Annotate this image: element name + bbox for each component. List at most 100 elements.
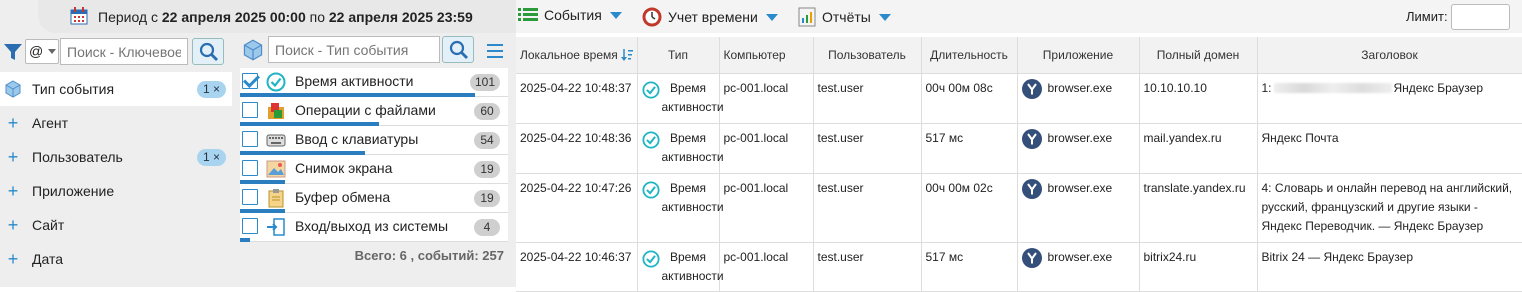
column-header-label: Локальное время <box>520 47 618 62</box>
filter-count-badge[interactable]: 1 × <box>196 81 226 98</box>
checkbox[interactable] <box>242 102 258 118</box>
list-icon <box>518 8 538 21</box>
cell-type: Время активности <box>637 123 724 174</box>
cell-user: test.user <box>813 73 922 124</box>
event-file-operations-icon <box>266 101 286 121</box>
event-activity-time-icon <box>266 72 286 92</box>
event-type-search-button[interactable] <box>442 36 474 63</box>
column-header-label: Заголовок <box>1361 47 1418 62</box>
filter-item-user[interactable]: + Пользователь 1 × <box>0 140 232 174</box>
keyword-search-button[interactable] <box>192 38 224 65</box>
event-type-search-bar <box>240 36 516 66</box>
caret-down-icon <box>878 13 891 21</box>
events-menu-button[interactable]: События <box>518 7 622 23</box>
filter-list: Тип события 1 × + Агент + Пользователь 1… <box>0 72 232 276</box>
sort-icon <box>620 49 633 61</box>
search-mode-select[interactable]: @ <box>25 39 59 64</box>
application-name: browser.exe <box>1047 80 1113 95</box>
cell-user: test.user <box>813 173 922 243</box>
checkbox[interactable] <box>242 189 258 205</box>
yandex-browser-icon <box>1021 178 1048 205</box>
filter-item-date[interactable]: + Дата <box>0 242 232 276</box>
checkbox[interactable] <box>242 73 258 89</box>
checkbox[interactable] <box>242 131 258 147</box>
column-header-duration[interactable]: Длительность <box>921 37 1018 74</box>
filter-item-label: Агент <box>32 115 69 131</box>
event-type-activity-time[interactable]: Время активности 101 <box>240 68 508 97</box>
event-type-keyboard-input[interactable]: Ввод с клавиатуры 54 <box>240 126 508 155</box>
limit-label: Лимит: <box>1406 9 1448 24</box>
reports-menu-button[interactable]: Отчёты <box>798 7 891 27</box>
cell-duration: 517 мс <box>921 123 1018 174</box>
plus-icon: + <box>7 249 19 269</box>
event-type-list: Время активности 101 Операции с файлами 60 В… <box>240 68 508 242</box>
checkbox[interactable] <box>242 218 258 234</box>
filter-item-application[interactable]: + Приложение <box>0 174 232 208</box>
event-type-name: Буфер обмена <box>295 189 391 205</box>
column-header-type[interactable]: Тип <box>637 37 720 74</box>
cell-type: Время активности <box>637 173 724 243</box>
filter-search-bar: @ <box>0 37 232 67</box>
event-screenshot-icon <box>266 159 286 179</box>
event-type-login-logout[interactable]: Вход/выход из системы 4 <box>240 213 508 242</box>
plus-icon: + <box>7 113 19 133</box>
column-header-application[interactable]: Приложение <box>1017 37 1140 74</box>
cell-local-time: 2025-04-22 10:47:26 <box>516 173 638 243</box>
cell-computer: pc-001.local <box>719 173 814 243</box>
event-type-file-operations[interactable]: Операции с файлами 60 <box>240 97 508 126</box>
keyword-search-input[interactable] <box>60 38 188 65</box>
cell-user: test.user <box>813 123 922 174</box>
limit-input[interactable] <box>1451 4 1510 30</box>
column-header-title[interactable]: Заголовок <box>1257 37 1522 74</box>
cell-domain: 10.10.10.10 <box>1139 73 1258 124</box>
event-login-logout-icon <box>266 217 286 237</box>
column-header-user[interactable]: Пользователь <box>813 37 922 74</box>
filter-count-badge[interactable]: 1 × <box>196 149 226 166</box>
cell-local-time: 2025-04-22 10:46:37 <box>516 242 638 292</box>
cell-type: Время активности <box>637 73 724 124</box>
title-text: Яндекс Почта <box>1261 130 1339 145</box>
column-header-computer[interactable]: Компьютер <box>719 37 814 74</box>
column-header-local-time[interactable]: Локальное время <box>516 37 638 74</box>
event-type-clipboard[interactable]: Буфер обмена 19 <box>240 184 508 213</box>
column-header-label: Тип <box>667 47 688 62</box>
search-icon <box>449 40 468 59</box>
event-type-screenshot[interactable]: Снимок экрана 19 <box>240 155 508 184</box>
event-type-share-bar <box>240 238 250 242</box>
cell-duration: 517 мс <box>921 242 1018 292</box>
event-type-count: 101 <box>469 74 500 91</box>
menu-icon[interactable] <box>487 44 503 62</box>
event-keyboard-input-icon <box>266 130 286 150</box>
filter-item-event-type[interactable]: Тип события 1 × <box>0 72 232 106</box>
filter-item-site[interactable]: + Сайт <box>0 208 232 242</box>
funnel-icon[interactable] <box>3 42 23 62</box>
cube-icon <box>0 80 26 98</box>
checkbox[interactable] <box>242 160 258 176</box>
table-row[interactable]: 2025-04-22 10:48:37 Время активности pc-00… <box>516 73 1522 124</box>
reports-menu-label: Отчёты <box>822 9 871 25</box>
yandex-browser-icon <box>1021 247 1048 274</box>
plus-icon: + <box>7 215 19 235</box>
table-row[interactable]: 2025-04-22 10:48:36 Время активности pc-00… <box>516 123 1522 174</box>
event-type-count: 4 <box>474 219 500 236</box>
column-header-label: Приложение <box>1042 47 1114 62</box>
cell-computer: pc-001.local <box>719 73 814 124</box>
cell-application: browser.exe <box>1017 73 1140 124</box>
type-label: Время активности <box>661 80 724 114</box>
calendar-icon <box>70 7 88 25</box>
period-bar[interactable]: Период с 22 апреля 2025 00:00 по 22 апре… <box>38 0 516 33</box>
event-clipboard-icon <box>266 188 286 208</box>
table-row[interactable]: 2025-04-22 10:47:26 Время активности pc-00… <box>516 173 1522 243</box>
left-panel: Период с 22 апреля 2025 00:00 по 22 апре… <box>0 0 516 287</box>
filter-item-agent[interactable]: + Агент <box>0 106 232 140</box>
cell-title: 1: Яндекс Браузер <box>1257 73 1522 124</box>
event-type-count: 19 <box>474 190 500 207</box>
table-row[interactable]: 2025-04-22 10:46:37 Время активности pc-00… <box>516 242 1522 292</box>
event-type-count: 60 <box>474 103 500 120</box>
filter-item-label: Дата <box>32 251 64 267</box>
event-type-search-input[interactable] <box>268 36 440 63</box>
cell-duration: 00ч 00м 02с <box>921 173 1018 243</box>
time-tracking-menu-button[interactable]: Учет времени <box>642 7 778 27</box>
column-header-domain[interactable]: Полный домен <box>1139 37 1258 74</box>
title-text: 4: Словарь и онлайн перевод на английски… <box>1261 180 1513 233</box>
